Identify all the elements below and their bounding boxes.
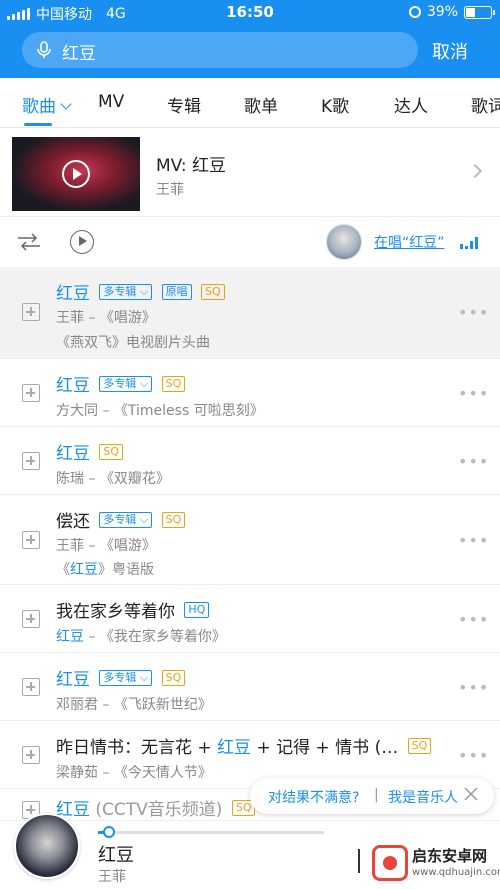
add-icon[interactable]	[22, 303, 40, 321]
close-icon[interactable]	[463, 786, 479, 802]
song-subtitle: 王菲 – 《唱游》	[56, 538, 156, 554]
add-icon[interactable]	[22, 384, 40, 402]
tab-songs[interactable]: 歌曲	[22, 92, 72, 117]
avatar[interactable]	[326, 224, 362, 260]
equalizer-icon	[460, 237, 478, 249]
song-list: 红豆 多专辑 ⌵ 原唱 SQ 王菲 – 《唱游》 《燕双飞》电视剧片头曲 •••…	[0, 267, 500, 849]
song-title: 我在家乡等着你 HQ	[56, 597, 210, 622]
mv-artist: 王菲	[156, 182, 184, 198]
tab-albums[interactable]: 专辑	[167, 92, 201, 117]
sq-tag: SQ	[161, 376, 186, 392]
alarm-icon	[408, 6, 421, 18]
tab-lyrics[interactable]: 歌词	[471, 92, 500, 117]
divider	[358, 849, 360, 873]
sq-tag: SQ	[201, 284, 225, 300]
search-results-screen: 中国移动 4G 16:50 39% 红豆 取消 歌曲 MV 专辑 歌单 K歌 达…	[0, 0, 500, 889]
song-subtitle: 梁静茹 – 《今天情人节》	[56, 765, 212, 781]
list-toolbar: 在唱“红豆”	[0, 217, 500, 267]
more-icon[interactable]: •••	[458, 452, 489, 471]
sq-tag: SQ	[161, 512, 186, 528]
album-cover[interactable]	[14, 813, 80, 879]
play-all-button[interactable]	[70, 230, 94, 254]
multi-album-tag: 多专辑 ⌵	[99, 284, 153, 300]
song-title: 红豆 多专辑 ⌵ SQ	[56, 665, 186, 690]
tab-karaoke[interactable]: K歌	[321, 92, 349, 117]
top-bar: 中国移动 4G 16:50 39% 红豆 取消	[0, 0, 500, 78]
chevron-right-icon	[467, 163, 483, 179]
tab-mv[interactable]: MV	[98, 92, 124, 112]
player-artist: 王菲	[98, 869, 126, 885]
song-subtitle: 红豆 – 《我在家乡等着你》	[56, 629, 226, 645]
battery-percent: 39%	[426, 4, 458, 20]
more-icon[interactable]: •••	[458, 746, 489, 765]
song-title: 昨日情书：无言花 + 红豆 + 记得 + 情书 (… SQ	[56, 733, 432, 758]
sq-tag: SQ	[99, 444, 124, 460]
mv-result[interactable]: MV: 红豆 王菲	[0, 129, 500, 217]
mv-thumbnail[interactable]	[12, 137, 140, 211]
play-icon	[62, 160, 90, 188]
add-icon[interactable]	[22, 452, 40, 470]
battery-icon	[464, 5, 495, 19]
add-icon[interactable]	[22, 610, 40, 628]
shuffle-icon[interactable]	[17, 232, 41, 252]
feedback-separator: |	[374, 787, 379, 803]
song-title: 红豆 多专辑 ⌵ 原唱 SQ	[56, 279, 225, 304]
singing-link[interactable]: 在唱“红豆”	[374, 232, 445, 252]
progress-bar[interactable]	[98, 831, 324, 834]
watermark: 启东安卓网 www.qdhuajin.com	[372, 843, 500, 887]
mv-title: MV: 红豆	[156, 156, 227, 176]
add-icon[interactable]	[22, 746, 40, 764]
more-icon[interactable]: •••	[458, 303, 489, 322]
feedback-musician-link[interactable]: 我是音乐人	[388, 787, 458, 807]
mini-player[interactable]: 红豆 王菲 启东安卓网 www.qdhuajin.com	[0, 813, 500, 889]
song-title: 偿还 多专辑 ⌵ SQ	[56, 507, 186, 532]
song-title: 红豆 多专辑 ⌵ SQ	[56, 371, 186, 396]
multi-album-tag: 多专辑 ⌵	[99, 376, 153, 392]
hq-tag: HQ	[184, 602, 210, 618]
multi-album-tag: 多专辑 ⌵	[99, 512, 153, 528]
list-item[interactable]: 我在家乡等着你 HQ 红豆 – 《我在家乡等着你》 •••	[0, 585, 500, 653]
more-icon[interactable]: •••	[458, 610, 489, 629]
song-title: 红豆 (CCTV音乐频道) SQ	[56, 795, 256, 820]
microphone-icon[interactable]	[34, 40, 54, 60]
list-item[interactable]: 红豆 多专辑 ⌵ 原唱 SQ 王菲 – 《唱游》 《燕双飞》电视剧片头曲 •••	[0, 267, 500, 359]
add-icon[interactable]	[22, 531, 40, 549]
player-title: 红豆	[98, 845, 134, 866]
chevron-down-icon	[60, 98, 72, 110]
list-item[interactable]: 红豆 多专辑 ⌵ SQ 方大同 – 《Timeless 可啦思刻》 •••	[0, 359, 500, 427]
list-item[interactable]: 偿还 多专辑 ⌵ SQ 王菲 – 《唱游》 《红豆》粤语版 •••	[0, 495, 500, 585]
cancel-button[interactable]: 取消	[432, 38, 468, 64]
search-input[interactable]: 红豆	[22, 32, 418, 68]
sq-tag: SQ	[161, 670, 186, 686]
list-item[interactable]: 红豆 SQ 陈瑞 – 《双瓣花》 •••	[0, 427, 500, 495]
song-note: 《燕双飞》电视剧片头曲	[56, 335, 210, 351]
multi-album-tag: 多专辑 ⌵	[99, 670, 153, 686]
song-note: 《红豆》粤语版	[56, 562, 154, 578]
sq-tag: SQ	[407, 738, 432, 754]
list-item[interactable]: 红豆 多专辑 ⌵ SQ 邓丽君 – 《飞跃新世纪》 •••	[0, 653, 500, 721]
feedback-unsatisfied-link[interactable]: 对结果不满意?	[268, 787, 359, 807]
progress-handle[interactable]	[103, 826, 115, 838]
search-query: 红豆	[62, 44, 96, 64]
tab-playlists[interactable]: 歌单	[244, 92, 278, 117]
feedback-bar: 对结果不满意? | 我是音乐人	[250, 778, 494, 814]
song-subtitle: 王菲 – 《唱游》	[56, 310, 156, 326]
tab-talents[interactable]: 达人	[394, 92, 428, 117]
result-tabs: 歌曲 MV 专辑 歌单 K歌 达人 歌词	[0, 78, 500, 128]
more-icon[interactable]: •••	[458, 531, 489, 550]
original-tag: 原唱	[161, 284, 192, 300]
watermark-name: 启东安卓网	[412, 847, 488, 865]
watermark-url: www.qdhuajin.com	[412, 867, 500, 878]
active-tab-indicator	[24, 123, 52, 126]
add-icon[interactable]	[22, 678, 40, 696]
song-subtitle: 方大同 – 《Timeless 可啦思刻》	[56, 403, 264, 419]
more-icon[interactable]: •••	[458, 384, 489, 403]
song-subtitle: 陈瑞 – 《双瓣花》	[56, 471, 170, 487]
song-subtitle: 邓丽君 – 《飞跃新世纪》	[56, 697, 212, 713]
status-bar: 中国移动 4G 16:50 39%	[0, 0, 500, 26]
song-title: 红豆 SQ	[56, 439, 124, 464]
more-icon[interactable]: •••	[458, 678, 489, 697]
watermark-logo-icon	[372, 845, 408, 881]
